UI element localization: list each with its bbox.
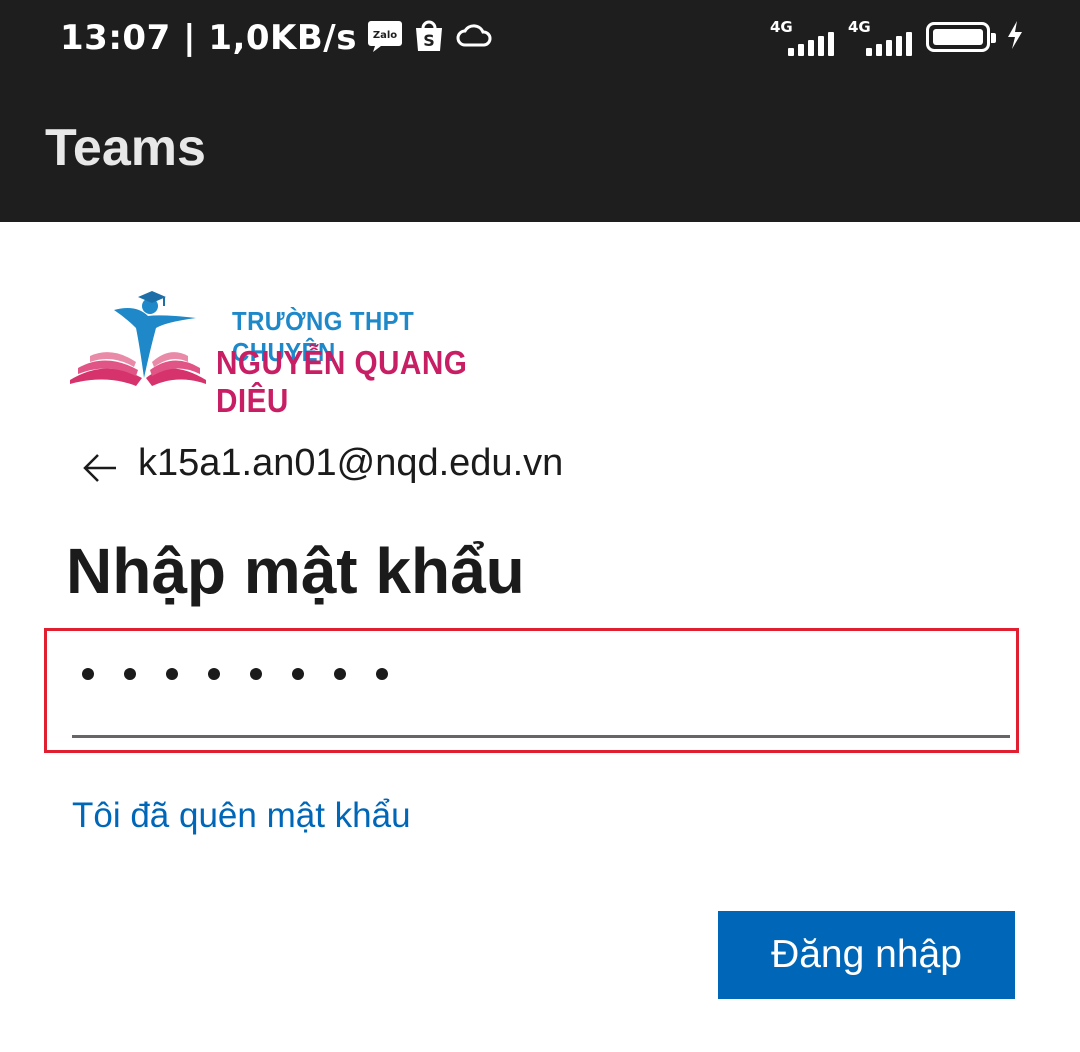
status-time-speed: 13:07 | 1,0KB/s <box>60 18 357 58</box>
battery-icon <box>926 22 996 52</box>
svg-text:S: S <box>423 31 435 50</box>
school-logo: TRƯỜNG THPT CHUYÊN NGUYỄN QUANG DIÊU <box>66 288 546 419</box>
account-email: k15a1.an01@nqd.edu.vn <box>138 442 564 484</box>
signal-1-icon: 4G <box>770 18 834 56</box>
page-title: Nhập mật khẩu <box>66 535 525 607</box>
charging-icon <box>1006 20 1024 54</box>
school-logo-emblem <box>70 291 206 386</box>
back-arrow-icon[interactable] <box>80 448 120 488</box>
signin-button[interactable]: Đăng nhập <box>718 911 1015 999</box>
app-bar: Teams <box>0 80 1080 222</box>
cloud-icon <box>455 23 493 53</box>
app-title: Teams <box>45 119 206 177</box>
forgot-password-link[interactable]: Tôi đã quên mật khẩu <box>72 796 411 836</box>
status-bar: 13:07 | 1,0KB/s Zalo S 4G 4G <box>0 0 1080 80</box>
signal-2-icon: 4G <box>848 18 912 56</box>
svg-text:Zalo: Zalo <box>373 30 397 41</box>
zalo-icon: Zalo <box>367 19 403 57</box>
shopee-icon: S <box>413 19 445 57</box>
password-input[interactable] <box>72 660 1010 738</box>
logo-line-2: NGUYỄN QUANG DIÊU <box>216 344 468 419</box>
